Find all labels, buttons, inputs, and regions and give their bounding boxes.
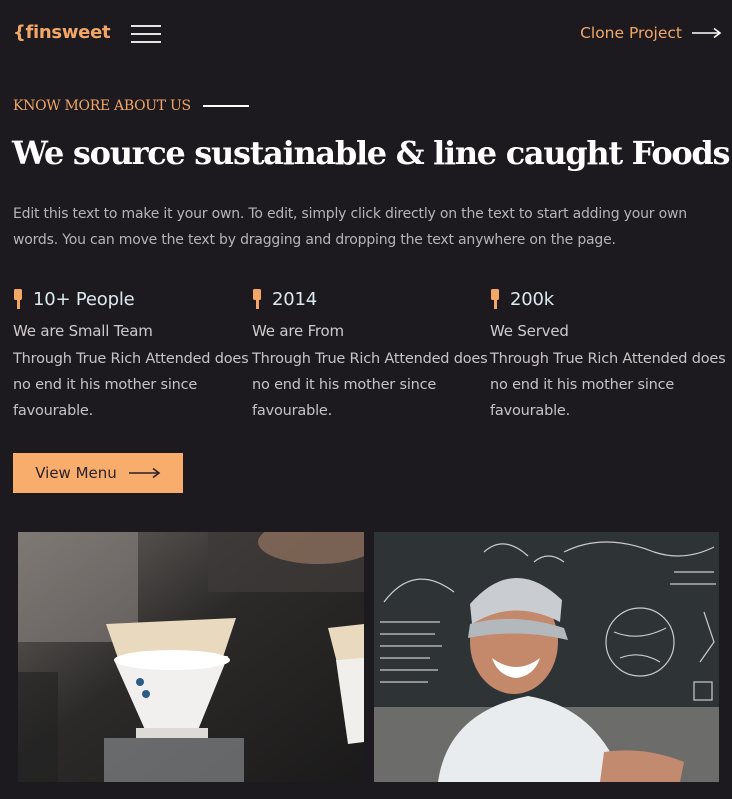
stat-marker-icon	[14, 289, 22, 309]
coffee-pour-over-photo	[18, 532, 364, 782]
stat-served: 200k We Served Through True Rich Attende…	[490, 286, 728, 424]
stat-value: 200k	[510, 288, 554, 310]
view-menu-button[interactable]: View Menu	[13, 453, 183, 493]
stat-year: 2014 We are From Through True Rich Atten…	[252, 286, 490, 424]
kicker-label: KNOW MORE ABOUT US	[13, 98, 191, 114]
stat-description: Through True Rich Attended does no end i…	[13, 351, 249, 419]
view-menu-label: View Menu	[35, 464, 117, 482]
section-kicker: KNOW MORE ABOUT US	[13, 98, 249, 114]
smiling-man-photo	[374, 532, 719, 782]
arrow-right-icon	[128, 467, 161, 479]
clone-project-link[interactable]: Clone Project	[580, 24, 722, 42]
stat-marker-icon	[253, 289, 261, 309]
page-title: We source sustainable & line caught Food…	[12, 134, 731, 172]
stat-value: 2014	[272, 288, 318, 310]
stat-description: Through True Rich Attended does no end i…	[252, 351, 488, 419]
intro-paragraph: Edit this text to make it your own. To e…	[13, 206, 687, 248]
kicker-divider	[202, 105, 249, 107]
stat-value: 10+ People	[33, 288, 135, 310]
stat-description: Through True Rich Attended does no end i…	[490, 351, 726, 419]
stat-label: We are Small Team	[13, 322, 153, 340]
stat-label: We are From	[252, 322, 344, 340]
stat-people: 10+ People We are Small Team Through Tru…	[13, 286, 251, 424]
top-navigation: {finsweet Clone Project	[0, 0, 732, 70]
hamburger-icon[interactable]	[131, 25, 161, 43]
stat-marker-icon	[491, 289, 499, 309]
stat-label: We Served	[490, 322, 569, 340]
arrow-right-icon	[692, 27, 722, 39]
finsweet-logo[interactable]: {finsweet	[13, 22, 111, 43]
clone-project-label: Clone Project	[580, 24, 682, 42]
